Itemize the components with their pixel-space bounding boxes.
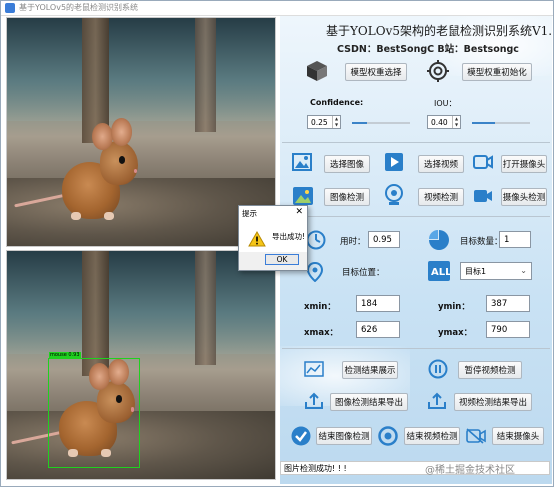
position-label: 目标位置： [342, 268, 385, 278]
page-title: 基于YOLOv5架构的老鼠检测识别系统V1.0 [326, 24, 552, 38]
detection-box: mouse 0.93 [48, 352, 140, 468]
divider [282, 348, 550, 349]
pie-chart-icon [428, 229, 450, 254]
message-dialog: 提示 ✕ 导出成功! OK [238, 205, 308, 271]
cube-icon [306, 60, 328, 85]
pause-icon [428, 359, 448, 382]
count-field[interactable]: 1 [499, 231, 531, 248]
image-detect-button[interactable]: 图像检测 [324, 188, 370, 206]
export-image-results-button[interactable]: 图像检测结果导出 [330, 393, 408, 411]
spin-arrows-icon[interactable]: ▲ ▼ [332, 116, 340, 128]
close-icon[interactable]: ✕ [295, 207, 303, 217]
target-gear-icon [427, 60, 449, 85]
stop-circle-icon [378, 426, 398, 449]
divider [282, 216, 550, 217]
time-label: 用时： [340, 237, 366, 247]
init-weights-button[interactable]: 模型权重初始化 [462, 63, 532, 81]
iou-value: 0.40 [431, 117, 448, 127]
clock-icon [306, 230, 326, 253]
dialog-message: 导出成功! [272, 232, 306, 241]
confidence-slider-fill [352, 122, 367, 124]
target-select-value: 目标1 [465, 266, 487, 276]
end-video-detect-button[interactable]: 结束视频检测 [404, 427, 460, 445]
ok-button[interactable]: OK [265, 254, 299, 265]
detection-label: mouse 0.93 [49, 352, 81, 358]
chevron-down-icon: ⌄ [520, 266, 527, 275]
control-panel: 基于YOLOv5架构的老鼠检测识别系统V1.0 CSDN：BestSongC B… [280, 16, 552, 484]
show-results-button[interactable]: 检测结果展示 [342, 361, 398, 379]
pause-video-button[interactable]: 暂停视频检测 [458, 361, 522, 379]
video-play-icon [384, 152, 404, 175]
select-video-button[interactable]: 选择视频 [418, 155, 464, 173]
watermark: @稀土掘金技术社区 [425, 465, 515, 476]
mouse-figure [14, 118, 147, 233]
location-pin-icon [306, 261, 324, 285]
xmin-field[interactable]: 184 [356, 295, 400, 312]
confidence-spinbox[interactable]: 0.25 ▲ ▼ [307, 115, 341, 129]
open-camera-button[interactable]: 打开摄像头 [501, 155, 547, 173]
upload-icon [304, 392, 324, 413]
export-video-results-button[interactable]: 视频检测结果导出 [454, 393, 532, 411]
camera-detect-button[interactable]: 摄像头检测 [501, 188, 547, 206]
camera-icon [473, 154, 493, 173]
svg-text:ALL: ALL [431, 267, 450, 278]
xmin-label: xmin： [304, 302, 336, 312]
camera-off-icon [466, 428, 486, 447]
upload-icon [427, 392, 447, 413]
webcam-icon [384, 184, 404, 209]
line-chart-icon [304, 361, 324, 380]
select-weights-button[interactable]: 模型权重选择 [345, 63, 407, 81]
ymax-label: ymax： [438, 328, 473, 338]
iou-label: IOU： [434, 99, 457, 108]
all-targets-icon: ALL [428, 261, 452, 284]
image-icon [292, 153, 312, 174]
app-icon [5, 3, 15, 13]
ymax-field[interactable]: 790 [486, 321, 530, 338]
original-image-panel [6, 17, 276, 247]
target-select[interactable]: 目标1 ⌄ [460, 262, 532, 280]
xmax-label: xmax： [304, 328, 339, 338]
author-line: CSDN：BestSongC B站：Bestsongc [337, 44, 519, 55]
ymin-field[interactable]: 387 [486, 295, 530, 312]
warning-icon [248, 230, 266, 250]
xmax-field[interactable]: 626 [356, 321, 400, 338]
confidence-slider[interactable] [352, 122, 410, 124]
dialog-title: 提示 [242, 209, 257, 218]
title-bar: 基于YOLOv5的老鼠检测识别系统 [1, 1, 553, 16]
video-detect-button[interactable]: 视频检测 [418, 188, 464, 206]
divider [282, 142, 550, 143]
result-image-panel: mouse 0.93 [6, 250, 276, 480]
end-camera-button[interactable]: 结束摄像头 [492, 427, 544, 445]
ymin-label: ymin： [438, 302, 470, 312]
iou-slider[interactable] [472, 122, 530, 124]
select-image-button[interactable]: 选择图像 [324, 155, 370, 173]
iou-spinbox[interactable]: 0.40 ▲ ▼ [427, 115, 461, 129]
window-title: 基于YOLOv5的老鼠检测识别系统 [19, 3, 139, 12]
result-image: mouse 0.93 [7, 251, 275, 479]
count-label: 目标数量： [460, 237, 503, 247]
original-image [7, 18, 275, 246]
confidence-label: Confidence: [310, 98, 364, 107]
check-circle-icon [291, 426, 311, 449]
iou-slider-fill [472, 122, 496, 124]
spin-arrows-icon[interactable]: ▲ ▼ [452, 116, 460, 128]
time-field[interactable]: 0.95 [368, 231, 400, 248]
end-image-detect-button[interactable]: 结束图像检测 [316, 427, 372, 445]
camera-detect-icon [473, 188, 493, 207]
confidence-value: 0.25 [311, 117, 328, 127]
